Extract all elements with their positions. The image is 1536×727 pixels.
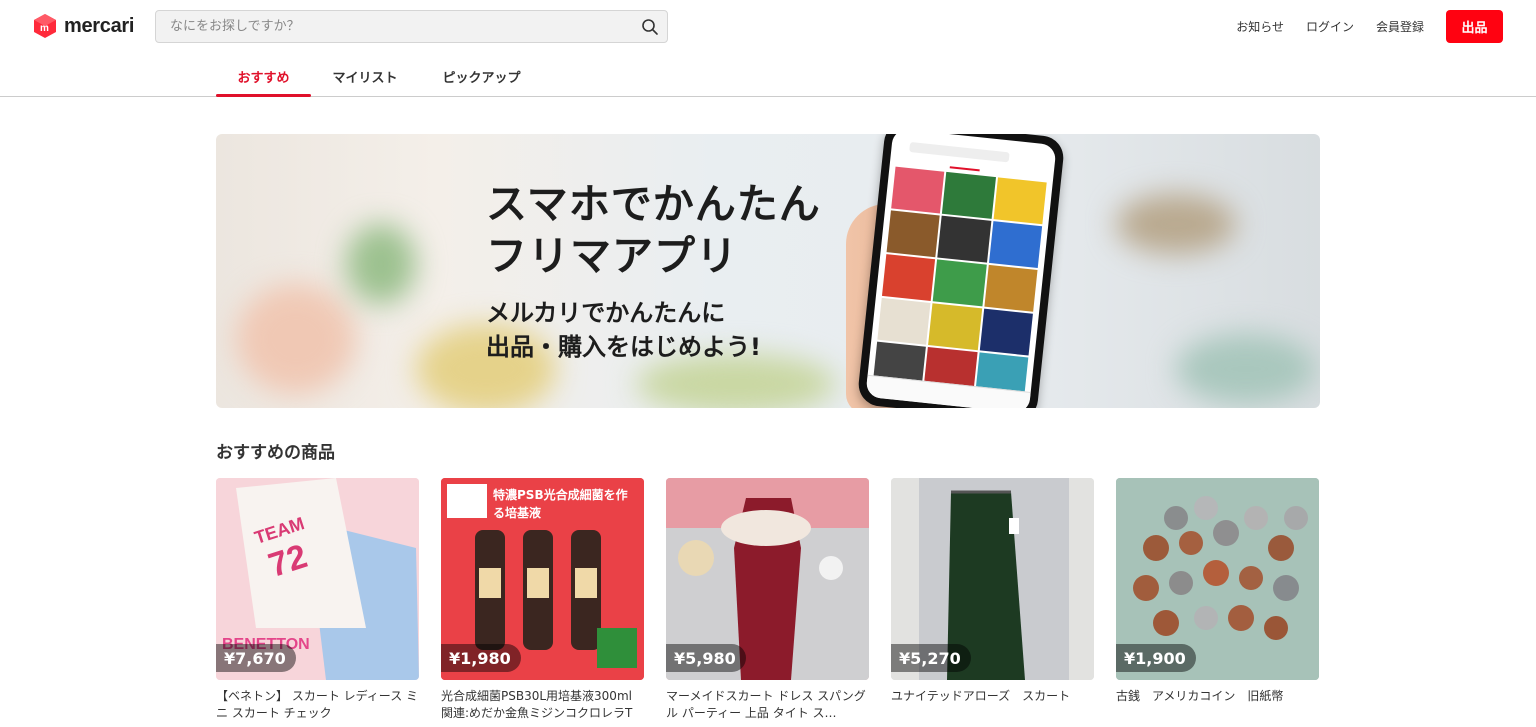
phone-product-thumb xyxy=(928,303,982,351)
search-bar xyxy=(155,10,668,43)
svg-text:m: m xyxy=(40,23,49,34)
product-thumbnail: ¥5,270 xyxy=(891,478,1094,680)
product-card[interactable]: ¥5,270 ユナイテッドアローズ スカート xyxy=(891,478,1094,722)
signup-link[interactable]: 会員登録 xyxy=(1376,18,1424,35)
phone-product-thumb xyxy=(984,264,1038,312)
price-badge: ¥7,670 xyxy=(216,644,296,672)
phone-product-thumb xyxy=(993,177,1047,225)
phone-product-thumb xyxy=(881,254,936,302)
header: m mercari お知らせ ログイン 会員登録 出品 おすすめ マイリスト ピ… xyxy=(0,0,1536,97)
phone-screen xyxy=(865,134,1057,408)
promo-banner[interactable]: スマホでかんたん フリマアプリ メルカリでかんたんに 出品・購入をはじめよう! xyxy=(216,134,1320,408)
phone-mockup xyxy=(856,134,1066,408)
phone-search-bar xyxy=(909,141,1010,163)
tab-mylist[interactable]: マイリスト xyxy=(311,56,419,97)
phone-product-thumb xyxy=(886,210,941,258)
product-title: 光合成細菌PSB30L用培基液300ml 関連:めだか金魚ミジンコクロレラT xyxy=(441,689,633,720)
banner-bg-blob xyxy=(236,284,356,394)
phone-product-thumb xyxy=(891,166,945,214)
search-input[interactable] xyxy=(156,11,636,42)
price-badge: ¥1,980 xyxy=(441,644,521,672)
product-card[interactable]: ¥5,980 マーメイドスカート ドレス スパングル パーティー 上品 タイト … xyxy=(666,478,869,722)
phone-product-thumb xyxy=(877,297,931,345)
price-badge: ¥1,900 xyxy=(1116,644,1196,672)
banner-text: スマホでかんたん フリマアプリ メルカリでかんたんに 出品・購入をはじめよう! xyxy=(486,178,821,364)
phone-product-thumb xyxy=(988,221,1043,269)
logo-text: mercari xyxy=(64,14,135,37)
phone-product-thumb xyxy=(937,215,992,263)
product-card[interactable]: 特濃PSB光合成細菌を作る培基液 ¥1,980 光合成細菌PSB30L用培基液3… xyxy=(441,478,644,722)
phone-product-thumb xyxy=(979,308,1033,356)
price-badge: ¥5,270 xyxy=(891,644,971,672)
price-badge: ¥5,980 xyxy=(666,644,746,672)
header-nav: お知らせ ログイン 会員登録 出品 xyxy=(1236,10,1503,43)
banner-bg-blob xyxy=(1116,194,1236,254)
banner-headline-1: スマホでかんたん xyxy=(486,180,821,228)
banner-bg-blob xyxy=(1176,334,1316,404)
product-title: 古銭 アメリカコイン 旧紙幣 xyxy=(1116,689,1284,703)
search-icon[interactable] xyxy=(639,16,661,38)
mercari-logo[interactable]: m mercari xyxy=(32,13,134,39)
product-title: ユナイテッドアローズ スカート xyxy=(891,689,1071,703)
phone-product-thumb xyxy=(942,171,996,219)
product-banner-text: 特濃PSB光合成細菌を作る培基液 xyxy=(493,488,628,520)
product-card[interactable]: ¥1,900 古銭 アメリカコイン 旧紙幣 xyxy=(1116,478,1319,722)
login-link[interactable]: ログイン xyxy=(1306,18,1354,35)
phone-product-grid xyxy=(872,166,1047,400)
phone-tab-indicator xyxy=(949,166,980,172)
banner-bg-blob xyxy=(346,224,416,304)
product-title: 【ベネトン】 スカート レディース ミニ スカート チェック xyxy=(216,689,419,720)
mercari-logo-icon: m xyxy=(32,13,58,39)
tab-pickup[interactable]: ピックアップ xyxy=(419,56,544,97)
banner-sub-1: メルカリでかんたんに xyxy=(486,299,726,327)
product-card[interactable]: TEAM 72 BENETTON ¥7,670 【ベネトン】 スカート レディー… xyxy=(216,478,419,722)
notifications-link[interactable]: お知らせ xyxy=(1236,18,1284,35)
main-tabs: おすすめ マイリスト ピックアップ xyxy=(216,56,544,97)
product-thumbnail: ¥1,900 xyxy=(1116,478,1319,680)
section-title: おすすめの商品 xyxy=(216,443,335,463)
sell-button[interactable]: 出品 xyxy=(1446,10,1503,43)
product-thumbnail: 特濃PSB光合成細菌を作る培基液 ¥1,980 xyxy=(441,478,644,680)
banner-headline-2: フリマアプリ xyxy=(486,232,738,280)
tab-recommended[interactable]: おすすめ xyxy=(216,56,311,97)
product-title: マーメイドスカート ドレス スパングル パーティー 上品 タイト ス… xyxy=(666,689,866,720)
banner-sub-2: 出品・購入をはじめよう! xyxy=(486,333,761,361)
product-thumbnail: ¥5,980 xyxy=(666,478,869,680)
product-thumbnail: TEAM 72 BENETTON ¥7,670 xyxy=(216,478,419,680)
phone-product-thumb xyxy=(933,259,987,307)
